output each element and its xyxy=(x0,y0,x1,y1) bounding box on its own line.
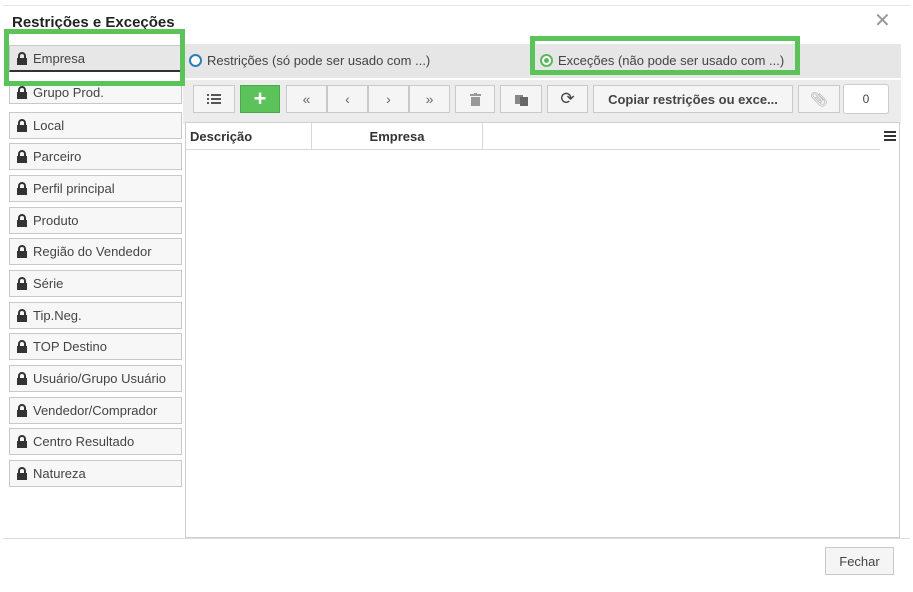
chevron-left-icon: ‹ xyxy=(345,91,350,107)
copy-icon xyxy=(514,94,528,106)
double-chevron-left-icon: « xyxy=(302,91,311,107)
restrictions-dialog: Restrições e Exceções ✕ Empresa Grupo Pr… xyxy=(3,5,910,587)
refresh-button[interactable]: ⟳ xyxy=(547,85,588,113)
list-view-button[interactable] xyxy=(193,85,235,113)
sidebar-item-serie[interactable]: Série xyxy=(9,270,182,297)
copy-restrictions-label: Copiar restrições ou exce... xyxy=(608,91,778,107)
column-header-descricao[interactable]: Descrição xyxy=(186,123,312,150)
sidebar-item-label: Vendedor/Comprador xyxy=(33,403,158,418)
lock-icon xyxy=(17,435,27,448)
sidebar-item-parceiro[interactable]: Parceiro xyxy=(9,143,182,170)
sidebar-item-usuario-grupo[interactable]: Usuário/Grupo Usuário xyxy=(9,365,182,392)
sidebar-item-regiao-vendedor[interactable]: Região do Vendedor xyxy=(9,238,182,265)
sidebar-item-vendedor-comprador[interactable]: Vendedor/Comprador xyxy=(9,397,182,424)
lock-icon xyxy=(17,404,27,417)
close-icon[interactable]: ✕ xyxy=(874,11,891,31)
lock-icon xyxy=(17,340,27,353)
lock-icon xyxy=(17,182,27,195)
copy-restrictions-button[interactable]: Copiar restrições ou exce... xyxy=(593,85,793,113)
sidebar-item-label: Centro Resultado xyxy=(33,434,135,449)
sidebar-item-label: Natureza xyxy=(33,466,86,481)
plus-icon: + xyxy=(253,86,267,111)
lock-icon xyxy=(17,372,27,385)
sidebar-item-label: Produto xyxy=(33,213,79,228)
toolbar: + « ‹ › » ⟳ Copiar restrições ou exce...… xyxy=(183,80,901,124)
sidebar-item-label: Região do Vendedor xyxy=(33,244,152,259)
last-record-button[interactable]: » xyxy=(409,85,450,113)
grid-header: Descrição Empresa xyxy=(186,123,880,150)
attachment-button[interactable]: 📎︎ xyxy=(798,85,840,113)
highlight-box-excecoes xyxy=(530,36,800,75)
radio-restricoes-label: Restrições (só pode ser usado com ...) xyxy=(207,53,431,68)
lock-icon xyxy=(17,86,27,99)
next-record-button[interactable]: › xyxy=(368,85,409,113)
trash-icon xyxy=(469,92,481,106)
attachment-count: 0 xyxy=(843,84,889,114)
lock-icon xyxy=(17,467,27,480)
sidebar-item-natureza[interactable]: Natureza xyxy=(9,460,182,487)
lock-icon xyxy=(17,150,27,163)
lock-icon xyxy=(17,245,27,258)
previous-record-button[interactable]: ‹ xyxy=(327,85,368,113)
radio-restricoes[interactable]: Restrições (só pode ser usado com ...) xyxy=(189,53,430,68)
sidebar-item-perfil-principal[interactable]: Perfil principal xyxy=(9,175,182,202)
column-menu-icon[interactable] xyxy=(884,131,896,143)
footer-divider xyxy=(3,538,910,539)
duplicate-button[interactable] xyxy=(500,85,542,113)
chevron-right-icon: › xyxy=(386,91,391,107)
column-header-empresa[interactable]: Empresa xyxy=(312,123,483,150)
sidebar-item-centro-resultado[interactable]: Centro Resultado xyxy=(9,428,182,455)
sidebar-item-label: Usuário/Grupo Usuário xyxy=(33,371,166,386)
list-icon xyxy=(207,94,221,104)
highlight-box-empresa xyxy=(4,29,185,86)
refresh-icon: ⟳ xyxy=(560,89,575,108)
sidebar-item-label: Perfil principal xyxy=(33,181,115,196)
sidebar-item-local[interactable]: Local xyxy=(9,112,182,139)
radio-button-icon[interactable] xyxy=(189,54,202,67)
first-record-button[interactable]: « xyxy=(286,85,327,113)
sidebar-item-label: Tip.Neg. xyxy=(33,308,82,323)
sidebar-item-label: Série xyxy=(33,276,64,291)
sidebar-item-produto[interactable]: Produto xyxy=(9,207,182,234)
lock-icon xyxy=(17,277,27,290)
add-button[interactable]: + xyxy=(240,85,280,113)
sidebar-item-label: Grupo Prod. xyxy=(33,85,104,100)
sidebar-item-label: Local xyxy=(33,118,65,133)
lock-icon xyxy=(17,309,27,322)
sidebar-item-label: TOP Destino xyxy=(33,339,107,354)
double-chevron-right-icon: » xyxy=(425,91,434,107)
delete-button[interactable] xyxy=(455,85,495,113)
lock-icon xyxy=(17,119,27,132)
records-grid: Descrição Empresa xyxy=(185,122,900,538)
sidebar-item-tip-neg[interactable]: Tip.Neg. xyxy=(9,302,182,329)
sidebar-item-top-destino[interactable]: TOP Destino xyxy=(9,333,182,360)
paperclip-icon: 📎︎ xyxy=(810,90,828,107)
close-button[interactable]: Fechar xyxy=(825,547,894,575)
sidebar-item-label: Parceiro xyxy=(33,149,82,164)
lock-icon xyxy=(17,214,27,227)
